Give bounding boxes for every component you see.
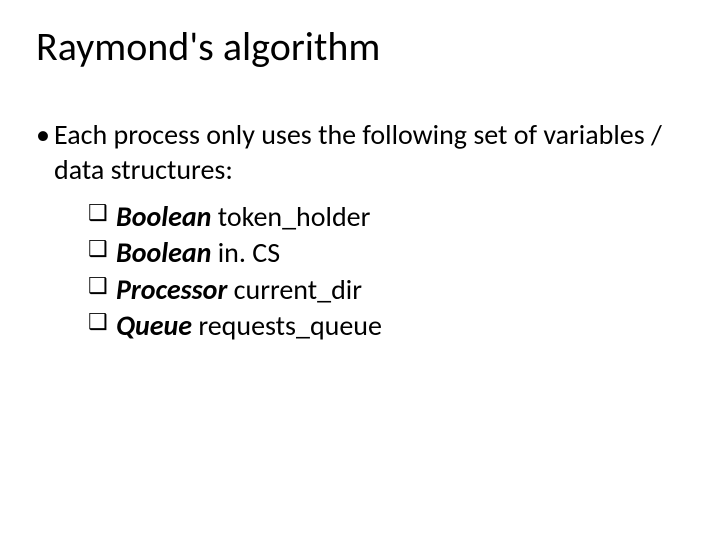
var-name: requests_queue [198, 308, 382, 343]
var-type: Boolean [116, 199, 211, 234]
var-type: Queue [116, 308, 192, 343]
var-name: token_holder [218, 199, 371, 234]
list-item: Boolean token_holder [88, 199, 684, 235]
var-type: Boolean [116, 235, 211, 270]
var-type: Processor [116, 272, 227, 307]
intro-bullet: Each process only uses the following set… [36, 117, 684, 187]
variable-list: Boolean token_holder Boolean in. CS Proc… [36, 199, 684, 345]
list-item: Boolean in. CS [88, 235, 684, 271]
list-item: Queue requests_queue [88, 308, 684, 344]
slide: Raymond's algorithm Each process only us… [0, 0, 720, 540]
list-item: Processor current_dir [88, 272, 684, 308]
var-name: current_dir [234, 272, 362, 307]
var-name: in. CS [218, 235, 280, 270]
slide-title: Raymond's algorithm [36, 22, 684, 71]
